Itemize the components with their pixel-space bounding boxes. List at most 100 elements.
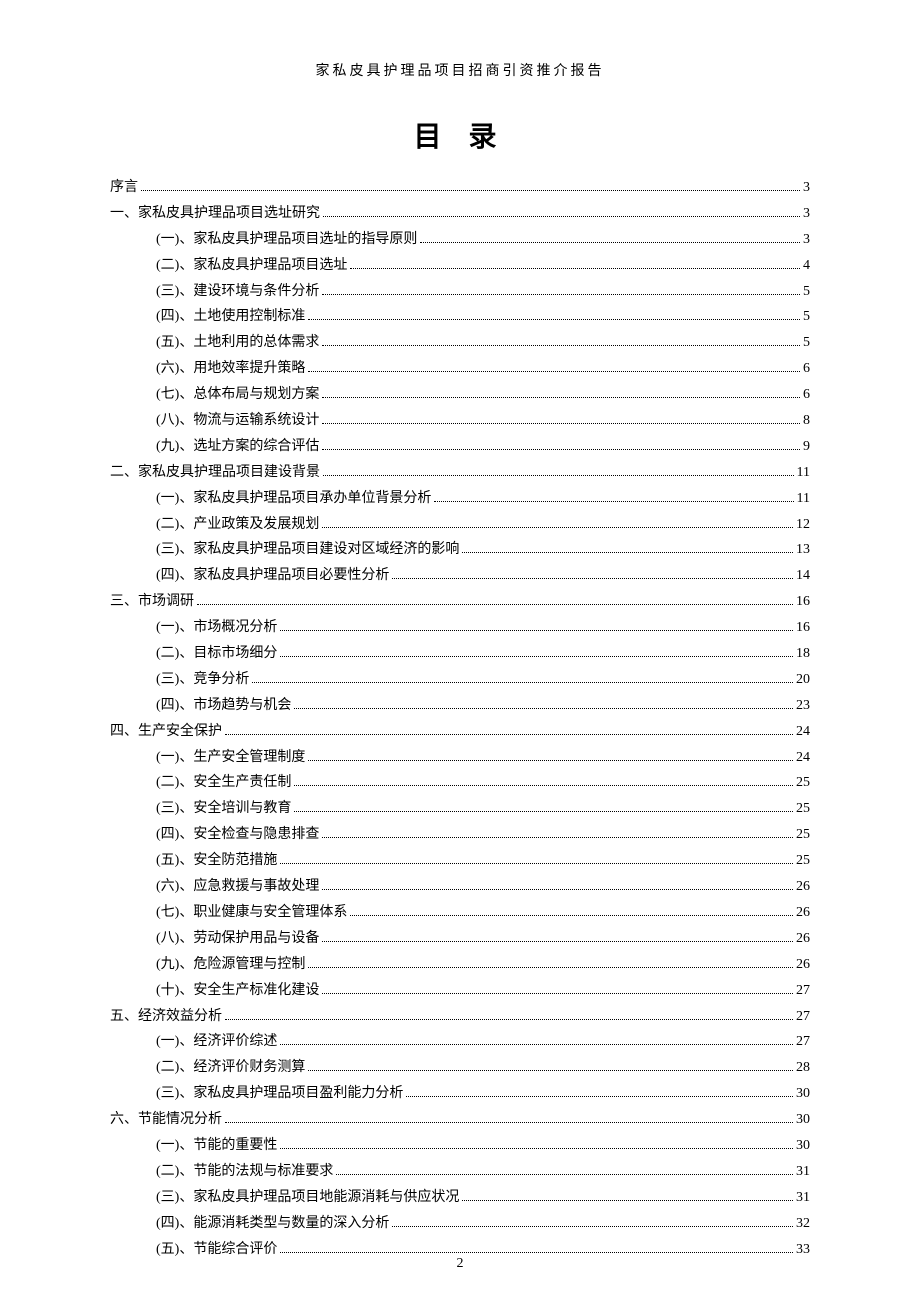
toc-leader-dots	[308, 319, 800, 320]
toc-leader-dots	[322, 941, 793, 942]
toc-leader-dots	[252, 682, 793, 683]
toc-entry-page: 18	[796, 641, 810, 667]
toc-entry-label: 序言	[110, 175, 138, 201]
toc-entry: (二)、产业政策及发展规划 12	[110, 512, 810, 538]
toc-entry: (一)、家私皮具护理品项目选址的指导原则3	[110, 227, 810, 253]
toc-entry: 五、经济效益分析27	[110, 1004, 810, 1030]
toc-entry-page: 6	[803, 356, 810, 382]
toc-entry-page: 5	[803, 279, 810, 305]
toc-entry: (八)、劳动保护用品与设备26	[110, 926, 810, 952]
toc-leader-dots	[280, 630, 793, 631]
toc-leader-dots	[308, 967, 793, 968]
toc-entry-label: (八)、物流与运输系统设计	[156, 408, 319, 434]
toc-entry-page: 14	[796, 563, 810, 589]
toc-entry: (三)、家私皮具护理品项目建设对区域经济的影响13	[110, 537, 810, 563]
toc-entry-page: 25	[796, 796, 810, 822]
toc-entry: (三)、竞争分析 20	[110, 667, 810, 693]
toc-leader-dots	[308, 371, 800, 372]
toc-entry: 二、家私皮具护理品项目建设背景11	[110, 460, 810, 486]
toc-entry-label: 二、家私皮具护理品项目建设背景	[110, 460, 320, 486]
toc-entry-page: 32	[796, 1211, 810, 1237]
toc-entry-page: 3	[803, 201, 810, 227]
toc-leader-dots	[392, 578, 793, 579]
toc-entry-page: 16	[796, 615, 810, 641]
toc-entry: (二)、节能的法规与标准要求31	[110, 1159, 810, 1185]
toc-leader-dots	[280, 863, 793, 864]
toc-entry: (四)、安全检查与隐患排查25	[110, 822, 810, 848]
toc-leader-dots	[336, 1174, 793, 1175]
toc-entry-label: (二)、经济评价财务测算	[156, 1055, 305, 1081]
toc-entry-page: 27	[796, 1029, 810, 1055]
toc-leader-dots	[294, 785, 793, 786]
toc-entry-label: (三)、竞争分析	[156, 667, 249, 693]
toc-entry-label: (五)、安全防范措施	[156, 848, 277, 874]
toc-entry: (六)、用地效率提升策略 6	[110, 356, 810, 382]
toc-entry-label: (一)、家私皮具护理品项目承办单位背景分析	[156, 486, 431, 512]
toc-entry-label: 一、家私皮具护理品项目选址研究	[110, 201, 320, 227]
toc-entry: (四)、市场趋势与机会 23	[110, 693, 810, 719]
toc-entry-page: 25	[796, 848, 810, 874]
toc-entry-label: (一)、经济评价综述	[156, 1029, 277, 1055]
toc-entry: 序言3	[110, 175, 810, 201]
toc-leader-dots	[322, 993, 793, 994]
toc-leader-dots	[462, 552, 793, 553]
toc-entry-page: 27	[796, 978, 810, 1004]
toc-entry-page: 11	[797, 486, 810, 512]
toc-entry-page: 30	[796, 1107, 810, 1133]
toc-entry: (一)、经济评价综述 27	[110, 1029, 810, 1055]
toc-leader-dots	[225, 1122, 793, 1123]
toc-entry-page: 28	[796, 1055, 810, 1081]
toc-list: 序言3一、家私皮具护理品项目选址研究3(一)、家私皮具护理品项目选址的指导原则3…	[110, 175, 810, 1262]
toc-entry-page: 20	[796, 667, 810, 693]
toc-entry-label: (一)、家私皮具护理品项目选址的指导原则	[156, 227, 417, 253]
toc-entry: (三)、建设环境与条件分析 5	[110, 279, 810, 305]
toc-entry-label: (七)、职业健康与安全管理体系	[156, 900, 347, 926]
toc-entry-label: (三)、建设环境与条件分析	[156, 279, 319, 305]
toc-entry-label: 六、节能情况分析	[110, 1107, 222, 1133]
toc-leader-dots	[322, 527, 793, 528]
toc-leader-dots	[280, 1044, 793, 1045]
toc-entry-label: (二)、家私皮具护理品项目选址	[156, 253, 347, 279]
toc-entry-label: (六)、应急救援与事故处理	[156, 874, 319, 900]
toc-leader-dots	[322, 397, 800, 398]
toc-entry-page: 24	[796, 719, 810, 745]
toc-entry: (九)、危险源管理与控制26	[110, 952, 810, 978]
toc-entry-page: 4	[803, 253, 810, 279]
toc-entry-page: 6	[803, 382, 810, 408]
toc-entry-page: 16	[796, 589, 810, 615]
toc-entry: (八)、物流与运输系统设计8	[110, 408, 810, 434]
toc-entry-page: 12	[796, 512, 810, 538]
toc-entry-label: (十)、安全生产标准化建设	[156, 978, 319, 1004]
toc-leader-dots	[308, 760, 793, 761]
toc-entry: (九)、选址方案的综合评估9	[110, 434, 810, 460]
toc-leader-dots	[294, 811, 793, 812]
toc-entry: (六)、应急救援与事故处理 26	[110, 874, 810, 900]
toc-entry-label: (九)、选址方案的综合评估	[156, 434, 319, 460]
toc-leader-dots	[308, 1070, 793, 1071]
toc-entry: (一)、市场概况分析 16	[110, 615, 810, 641]
toc-entry: (二)、目标市场细分 18	[110, 641, 810, 667]
toc-entry-label: (四)、能源消耗类型与数量的深入分析	[156, 1211, 389, 1237]
toc-leader-dots	[280, 1252, 793, 1253]
toc-entry-page: 26	[796, 926, 810, 952]
toc-entry-label: (四)、市场趋势与机会	[156, 693, 291, 719]
toc-entry-label: (三)、家私皮具护理品项目建设对区域经济的影响	[156, 537, 459, 563]
toc-entry-page: 23	[796, 693, 810, 719]
toc-leader-dots	[420, 242, 800, 243]
toc-entry: (二)、安全生产责任制25	[110, 770, 810, 796]
toc-entry-page: 26	[796, 900, 810, 926]
toc-entry: (二)、经济评价财务测算 28	[110, 1055, 810, 1081]
toc-entry: (五)、土地利用的总体需求5	[110, 330, 810, 356]
toc-entry-page: 25	[796, 770, 810, 796]
toc-entry: (三)、安全培训与教育25	[110, 796, 810, 822]
toc-entry-page: 26	[796, 874, 810, 900]
toc-entry-label: (二)、目标市场细分	[156, 641, 277, 667]
toc-leader-dots	[225, 734, 793, 735]
toc-entry-label: (六)、用地效率提升策略	[156, 356, 305, 382]
toc-entry-label: (一)、市场概况分析	[156, 615, 277, 641]
toc-entry-label: (二)、产业政策及发展规划	[156, 512, 319, 538]
toc-entry: 四、生产安全保护24	[110, 719, 810, 745]
toc-leader-dots	[322, 294, 800, 295]
toc-entry-label: (四)、家私皮具护理品项目必要性分析	[156, 563, 389, 589]
toc-entry-label: (四)、安全检查与隐患排查	[156, 822, 319, 848]
